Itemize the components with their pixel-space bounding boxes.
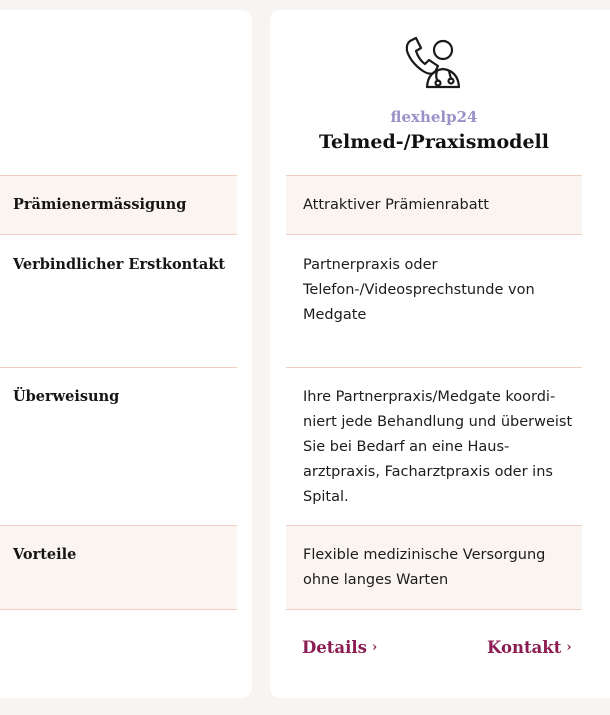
details-link[interactable]: Details › — [302, 638, 377, 657]
row-divider — [0, 367, 237, 368]
plan-title: Telmed-/Praxismodell — [318, 131, 549, 153]
row-value-vorteile: Flexible medizinische Versorgung ohne la… — [303, 547, 546, 588]
row-label-erstkontakt: Verbindlicher Erstkontakt — [13, 256, 226, 273]
chevron-right-icon: › — [566, 640, 572, 655]
row-value-ueberweisung: Ihre Partnerpraxis/Medgate koordi­niert … — [303, 389, 573, 505]
kontakt-link[interactable]: Kontakt › — [487, 638, 572, 657]
row-label-ueberweisung: Überweisung — [13, 388, 120, 405]
chevron-right-icon: › — [371, 640, 378, 655]
row-value-praemienermaessigung: Attraktiver Prämienrabatt — [303, 197, 489, 213]
comparison-page: flexhelp24 Telmed-/Praxismodell Prämiene… — [0, 0, 610, 715]
doctor-phone-icon — [405, 36, 461, 89]
row-band-left — [0, 525, 237, 610]
plan-brand: flexhelp24 — [390, 108, 478, 126]
row-divider — [286, 367, 582, 368]
row-label-praemienermaessigung: Prämienermässigung — [13, 196, 187, 213]
row-label-vorteile: Vorteile — [13, 546, 77, 563]
details-link-label: Details — [302, 638, 367, 657]
kontakt-link-label: Kontakt — [487, 638, 562, 657]
row-value-erstkontakt: Partnerpraxis oder Telefon-/Videosprechs… — [303, 257, 535, 323]
